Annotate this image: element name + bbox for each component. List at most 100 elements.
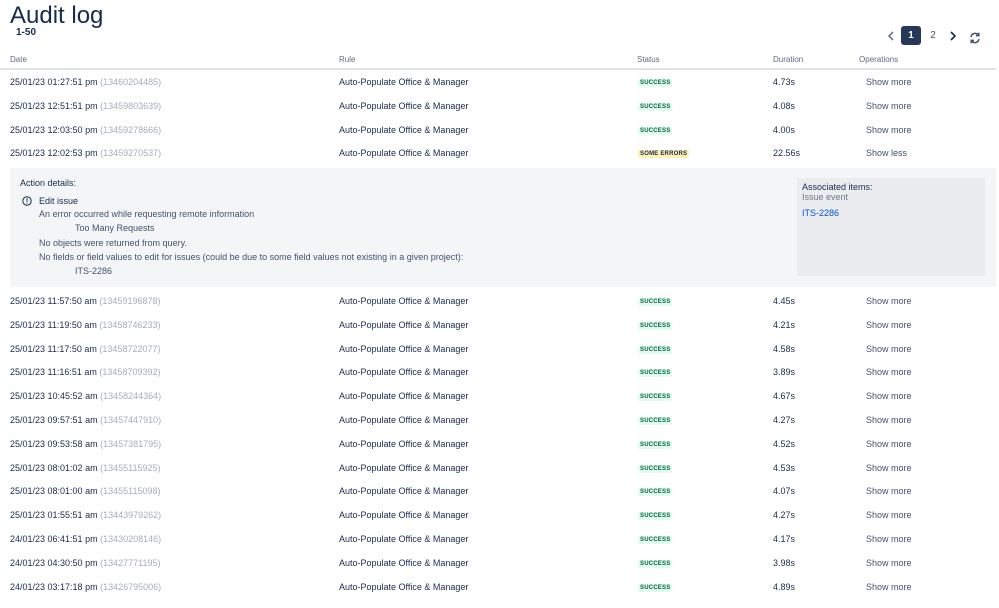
show-more-button[interactable]: Show more bbox=[866, 367, 912, 377]
execution-id-link[interactable]: (13460204485) bbox=[100, 77, 161, 87]
execution-id-link[interactable]: (13458709392) bbox=[99, 367, 160, 377]
status-badge: SUCCESS bbox=[638, 488, 673, 497]
page-1-button[interactable]: 1 bbox=[901, 26, 921, 45]
table-row: 25/01/23 12:51:51 pm (13459803639) Auto-P… bbox=[0, 94, 996, 118]
row-rule: Auto-Populate Office & Manager bbox=[339, 367, 469, 378]
table-row: 25/01/23 01:27:51 pm (13460204485) Auto-P… bbox=[0, 70, 996, 94]
row-date: 25/01/23 09:57:51 am (13457447910) bbox=[10, 415, 161, 425]
table-row: 24/01/23 06:41:51 pm (13430208146) Auto-P… bbox=[0, 527, 996, 551]
execution-id-link[interactable]: (13427771195) bbox=[100, 558, 160, 568]
status-badge: SUCCESS bbox=[638, 393, 673, 402]
row-duration: 4.67s bbox=[773, 391, 796, 402]
row-rule: Auto-Populate Office & Manager bbox=[339, 557, 469, 568]
column-header-status[interactable]: Status bbox=[637, 55, 660, 64]
row-rule: Auto-Populate Office & Manager bbox=[339, 486, 469, 497]
execution-id-link[interactable]: (13443979262) bbox=[100, 510, 161, 520]
execution-id-link[interactable]: (13458722077) bbox=[99, 344, 160, 354]
execution-id-link[interactable]: (13426795006) bbox=[100, 582, 161, 592]
row-duration: 4.58s bbox=[773, 343, 796, 354]
column-header-rule[interactable]: Rule bbox=[339, 55, 355, 64]
show-more-button[interactable]: Show more bbox=[866, 320, 912, 330]
table-row: 24/01/23 04:30:50 pm (13427771195) Auto-P… bbox=[0, 551, 996, 575]
execution-id-link[interactable]: (13459270537) bbox=[100, 148, 161, 158]
row-duration: 4.45s bbox=[773, 296, 796, 306]
status-badge: SUCCESS bbox=[638, 345, 673, 354]
execution-id-link[interactable]: (13455115925) bbox=[100, 463, 160, 473]
row-duration: 4.00s bbox=[773, 124, 796, 135]
info-icon bbox=[22, 196, 32, 206]
status-badge: SUCCESS bbox=[638, 417, 673, 425]
table-row: 25/01/23 01:55:51 am (13443979262) Auto-P… bbox=[0, 503, 996, 527]
table-row: 25/01/23 12:03:50 pm (13459278666) Auto-P… bbox=[0, 118, 996, 142]
execution-id-link[interactable]: (13457381795) bbox=[100, 439, 161, 449]
show-more-button[interactable]: Show more bbox=[866, 510, 912, 520]
show-more-button[interactable]: Show more bbox=[866, 296, 912, 306]
date-text: 25/01/23 01:55:51 am bbox=[10, 510, 98, 521]
execution-id-link[interactable]: (13457447910) bbox=[100, 415, 161, 425]
show-more-button[interactable]: Show more bbox=[866, 415, 912, 425]
associated-issue-link[interactable]: ITS-2286 bbox=[802, 208, 839, 218]
action-name: Edit issue bbox=[39, 196, 79, 206]
show-less-button[interactable]: Show less bbox=[866, 148, 907, 158]
status-badge: SUCCESS bbox=[638, 298, 673, 306]
column-header-operations: Operations bbox=[859, 55, 899, 64]
pagination: 1 2 bbox=[882, 26, 962, 45]
status-badge: SUCCESS bbox=[638, 102, 673, 111]
status-badge: SUCCESS bbox=[638, 512, 673, 521]
show-more-button[interactable]: Show more bbox=[866, 125, 912, 135]
row-duration: 4.27s bbox=[773, 510, 796, 521]
show-more-button[interactable]: Show more bbox=[866, 101, 912, 111]
date-text: 25/01/23 12:02:53 pm bbox=[10, 148, 98, 159]
show-more-button[interactable]: Show more bbox=[866, 534, 912, 544]
detail-line: No fields or field values to edit for is… bbox=[39, 252, 464, 262]
show-more-button[interactable]: Show more bbox=[866, 77, 912, 87]
status-badge: SUCCESS bbox=[638, 559, 673, 568]
table-row: 25/01/23 11:57:50 am (13459196878) Auto-P… bbox=[0, 289, 996, 313]
row-date: 25/01/23 01:27:51 pm (13460204485) bbox=[10, 77, 161, 87]
column-header-date[interactable]: Date bbox=[10, 55, 27, 64]
row-duration: 4.17s bbox=[773, 534, 796, 544]
row-rule: Auto-Populate Office & Manager bbox=[339, 462, 469, 473]
execution-id-link[interactable]: (13455115098) bbox=[100, 486, 160, 496]
show-more-button[interactable]: Show more bbox=[866, 463, 912, 473]
column-header-duration[interactable]: Duration bbox=[773, 55, 803, 64]
status-badge: SUCCESS bbox=[638, 126, 673, 135]
next-page-button[interactable] bbox=[944, 27, 962, 45]
date-text: 25/01/23 09:53:58 am bbox=[10, 438, 98, 449]
execution-id-link[interactable]: (13459196878) bbox=[99, 296, 160, 306]
date-text: 25/01/23 11:17:50 am bbox=[10, 343, 97, 354]
execution-id-link[interactable]: (13458746233) bbox=[99, 320, 160, 330]
table-row: 25/01/23 11:16:51 am (13458709392) Auto-P… bbox=[0, 360, 996, 384]
associated-items-panel: Associated items: Issue event ITS-2286 bbox=[797, 178, 985, 276]
table-row: 24/01/23 03:17:18 pm (13426795006) Auto-P… bbox=[0, 575, 996, 599]
row-duration: 4.52s bbox=[773, 438, 796, 449]
date-text: 25/01/23 10:45:52 am bbox=[10, 391, 98, 402]
row-date: 25/01/23 12:02:53 pm (13459270537) bbox=[10, 148, 161, 158]
detail-line: No objects were returned from query. bbox=[39, 238, 187, 248]
show-more-button[interactable]: Show more bbox=[866, 582, 912, 592]
execution-id-link[interactable]: (13459278666) bbox=[100, 125, 161, 135]
detail-issue-key: ITS-2286 bbox=[75, 266, 113, 276]
show-more-button[interactable]: Show more bbox=[866, 439, 912, 449]
row-date: 24/01/23 06:41:51 pm (13430208146) bbox=[10, 534, 161, 544]
show-more-button[interactable]: Show more bbox=[866, 558, 912, 568]
execution-id-link[interactable]: (13458244364) bbox=[100, 391, 161, 401]
prev-page-button[interactable] bbox=[882, 27, 900, 45]
show-more-button[interactable]: Show more bbox=[866, 344, 912, 354]
row-duration: 4.08s bbox=[773, 100, 796, 111]
row-rule: Auto-Populate Office & Manager bbox=[339, 581, 469, 592]
execution-id-link[interactable]: (13430208146) bbox=[100, 534, 161, 544]
show-more-button[interactable]: Show more bbox=[866, 486, 912, 496]
row-duration: 4.27s bbox=[773, 415, 796, 425]
page-2-button[interactable]: 2 bbox=[923, 26, 943, 45]
execution-id-link[interactable]: (13459803639) bbox=[100, 101, 161, 111]
status-badge: SOME ERRORS bbox=[638, 150, 690, 159]
refresh-icon[interactable] bbox=[968, 31, 982, 45]
date-text: 24/01/23 04:30:50 pm bbox=[10, 557, 98, 568]
row-date: 25/01/23 08:01:02 am (13455115925) bbox=[10, 463, 160, 473]
table-row: 25/01/23 08:01:00 am (13455115098) Auto-P… bbox=[0, 479, 996, 503]
row-date: 25/01/23 12:03:50 pm (13459278666) bbox=[10, 125, 161, 135]
show-more-button[interactable]: Show more bbox=[866, 391, 912, 401]
row-duration: 3.89s bbox=[773, 367, 796, 378]
date-text: 25/01/23 09:57:51 am bbox=[10, 415, 98, 425]
